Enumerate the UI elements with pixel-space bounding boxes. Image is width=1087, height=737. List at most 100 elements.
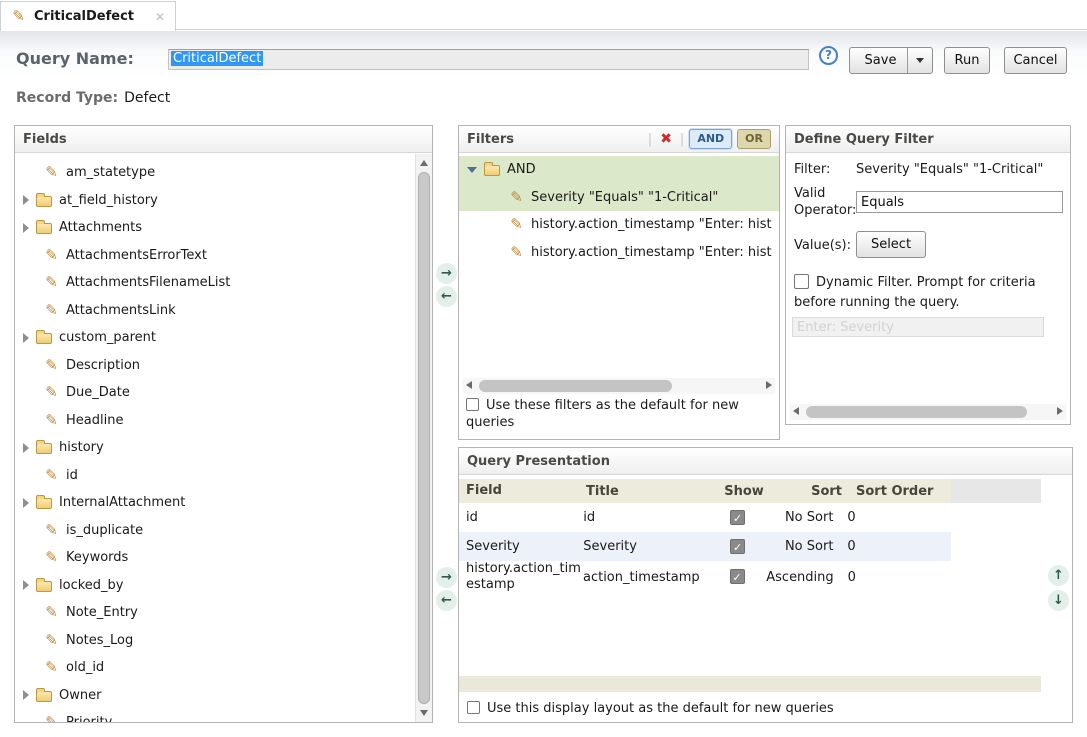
tree-item-label: InternalAttachment (59, 495, 185, 510)
horizontal-scrollbar[interactable] (463, 378, 775, 394)
expand-icon[interactable] (23, 443, 29, 453)
tree-item-filter[interactable]: Severity "Equals" "1-Critical" (459, 184, 779, 212)
tree-item[interactable]: AttachmentsErrorText (15, 242, 415, 270)
pencil-icon (44, 468, 59, 483)
add-filter-arrow-button[interactable]: → (436, 263, 457, 284)
table-row[interactable]: history.action_timestamp action_timestam… (459, 561, 951, 593)
tree-item[interactable]: am_statetype (15, 159, 415, 187)
tree-item[interactable]: Attachments (15, 214, 415, 242)
tree-item[interactable]: Due_Date (15, 379, 415, 407)
tree-item[interactable]: Keywords (15, 544, 415, 572)
tree-item[interactable]: AttachmentsLink (15, 297, 415, 325)
tree-item[interactable]: AttachmentsFilenameList (15, 269, 415, 297)
cell-sort[interactable]: No Sort (767, 510, 833, 525)
tree-item[interactable]: id (15, 462, 415, 490)
select-button[interactable]: Select (856, 231, 926, 258)
tree-item[interactable]: Note_Entry (15, 599, 415, 627)
move-up-button[interactable]: ↑ (1048, 565, 1069, 586)
table-row[interactable]: Severity Severity ✓ No Sort 0 (459, 532, 951, 561)
filters-panel: Filters | ✖ | AND OR AND Severity "Equal… (458, 125, 780, 440)
tree-item[interactable]: history (15, 434, 415, 462)
delete-filter-icon[interactable]: ✖ (660, 131, 672, 147)
layout-default-label: Use this display layout as the default f… (487, 701, 834, 716)
dynamic-filter-option: Dynamic Filter. Prompt for criteria befo… (794, 273, 1064, 313)
or-button[interactable]: OR (737, 129, 771, 148)
tree-item[interactable]: locked_by (15, 572, 415, 600)
horizontal-scrollbar[interactable] (790, 404, 1066, 420)
pencil-icon (44, 385, 59, 400)
expand-icon[interactable] (23, 223, 29, 233)
tree-item[interactable]: old_id (15, 654, 415, 682)
folder-icon (36, 498, 52, 509)
expand-icon[interactable] (23, 195, 29, 205)
expand-icon[interactable] (23, 580, 29, 590)
cell-sort[interactable]: Ascending (766, 570, 833, 585)
remove-display-field-arrow-button[interactable]: ← (436, 590, 457, 611)
operator-input[interactable] (856, 191, 1063, 213)
tree-item-label: Due_Date (66, 385, 130, 400)
pencil-icon (44, 165, 59, 180)
table-row[interactable]: id id ✓ No Sort 0 (459, 503, 951, 532)
close-icon[interactable]: ✕ (155, 10, 165, 24)
pencil-icon (44, 275, 59, 290)
expand-icon[interactable] (23, 498, 29, 508)
scroll-right-icon[interactable] (766, 381, 772, 389)
query-name-label: Query Name: (16, 49, 134, 68)
show-checkbox[interactable]: ✓ (730, 510, 745, 525)
remove-filter-arrow-button[interactable]: ← (436, 286, 457, 307)
query-name-input[interactable]: CriticalDefect (168, 49, 809, 70)
tree-item[interactable]: Notes_Log (15, 627, 415, 655)
tree-item[interactable]: Headline (15, 407, 415, 435)
define-panel-header: Define Query Filter (786, 126, 1070, 153)
pencil-icon (44, 413, 59, 428)
folder-icon (36, 223, 52, 234)
cell-sort-order[interactable]: 0 (833, 510, 951, 525)
tree-item-label: Priority (66, 715, 112, 722)
save-dropdown-button[interactable] (907, 48, 932, 73)
tree-item[interactable]: Description (15, 352, 415, 380)
expand-icon[interactable] (23, 333, 29, 343)
scroll-up-icon[interactable] (420, 160, 428, 166)
filters-default-checkbox[interactable] (466, 398, 479, 411)
collapse-icon[interactable] (467, 167, 477, 173)
tree-item-and[interactable]: AND (459, 156, 779, 184)
vertical-scrollbar[interactable] (415, 154, 432, 722)
record-type-line: Record Type:Defect (16, 90, 170, 106)
filter-label: Filter: (794, 162, 830, 177)
move-down-button[interactable]: ↓ (1048, 590, 1069, 611)
show-checkbox[interactable]: ✓ (730, 569, 745, 584)
scroll-left-icon[interactable] (466, 381, 472, 389)
tree-item[interactable]: custom_parent (15, 324, 415, 352)
add-display-field-arrow-button[interactable]: → (436, 567, 457, 588)
layout-default-checkbox[interactable] (467, 701, 480, 714)
dynamic-filter-checkbox[interactable] (794, 274, 809, 289)
cell-field: history.action_timestamp (459, 561, 583, 593)
and-button[interactable]: AND (689, 129, 732, 148)
tree-item[interactable]: InternalAttachment (15, 489, 415, 517)
tree-item-filter[interactable]: history.action_timestamp "Enter: hist (459, 239, 779, 267)
tree-item-filter[interactable]: history.action_timestamp "Enter: hist (459, 211, 779, 239)
cell-sort[interactable]: No Sort (767, 539, 833, 554)
cell-sort-order[interactable]: 0 (833, 539, 951, 554)
help-icon[interactable]: ? (819, 46, 838, 65)
tab-criticaldefect[interactable]: CriticalDefect ✕ (0, 1, 176, 31)
tree-item[interactable]: is_duplicate (15, 517, 415, 545)
scrollbar-thumb[interactable] (418, 172, 430, 704)
fields-panel-header: Fields (15, 126, 432, 153)
tree-item[interactable]: at_field_history (15, 187, 415, 215)
cancel-button[interactable]: Cancel (1004, 47, 1067, 74)
pencil-icon (44, 605, 59, 620)
tree-item[interactable]: Owner (15, 682, 415, 710)
folder-icon (36, 333, 52, 344)
expand-icon[interactable] (23, 690, 29, 700)
show-checkbox[interactable]: ✓ (730, 539, 745, 554)
save-button[interactable]: Save (850, 48, 907, 73)
scroll-down-icon[interactable] (420, 710, 428, 716)
scrollbar-thumb[interactable] (806, 406, 1027, 418)
run-button[interactable]: Run (944, 47, 990, 74)
cell-sort-order[interactable]: 0 (834, 570, 951, 585)
tree-item[interactable]: Priority (15, 709, 415, 722)
scrollbar-thumb[interactable] (479, 380, 672, 392)
scroll-left-icon[interactable] (793, 407, 799, 415)
scroll-right-icon[interactable] (1057, 407, 1063, 415)
